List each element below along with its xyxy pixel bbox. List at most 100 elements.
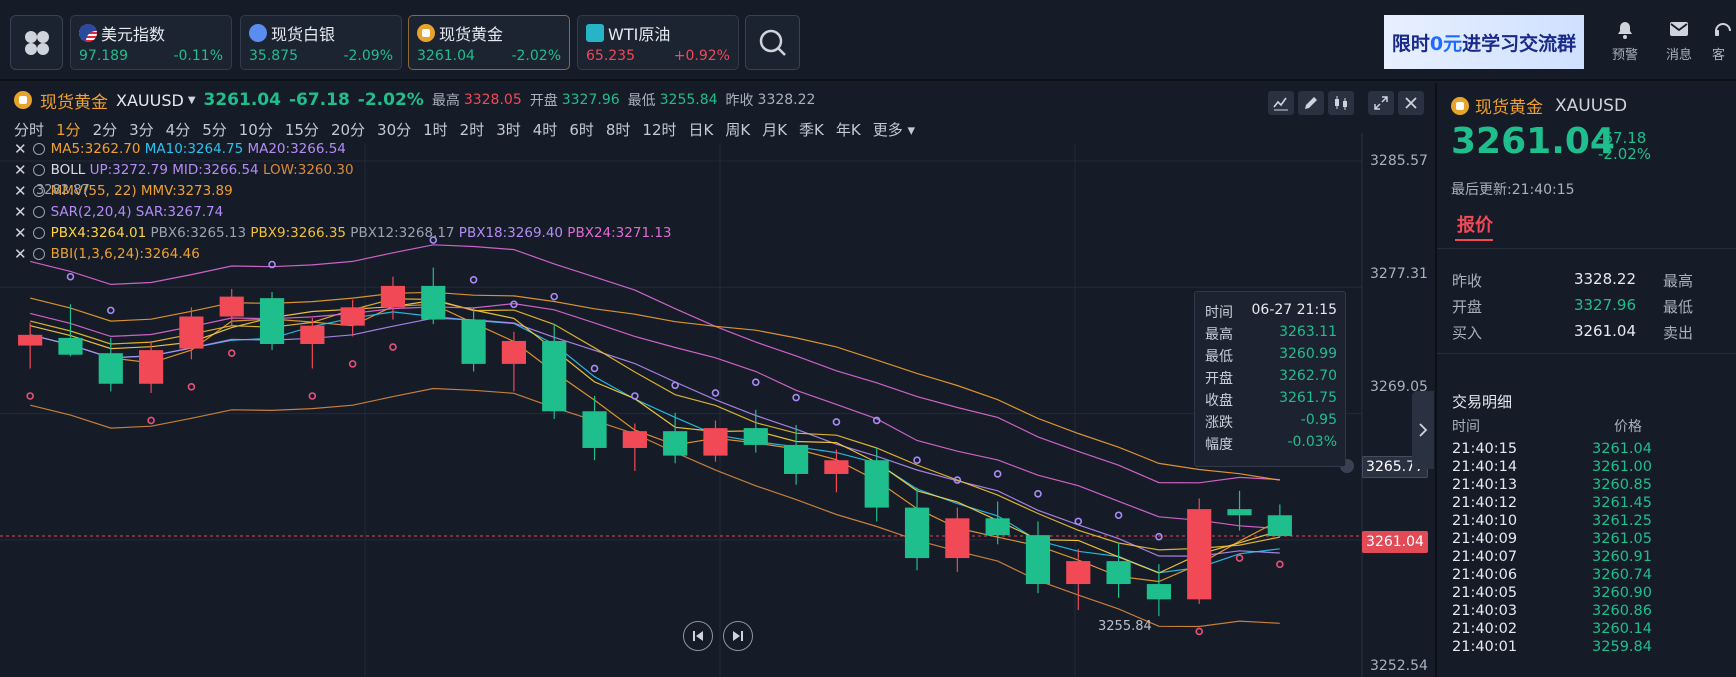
side-instrument-name: 现货黄金 (1475, 98, 1543, 118)
apps-grid-icon (24, 30, 49, 55)
trade-price: 3261.00 (1592, 459, 1652, 475)
trade-time: 21:40:12 (1452, 495, 1518, 511)
settings-icon[interactable] (32, 164, 45, 176)
ticker-change: -0.11% (173, 48, 223, 64)
close-icon[interactable]: ✕ (14, 203, 27, 221)
tooltip-key: 收盘 (1205, 393, 1233, 409)
settings-icon[interactable] (32, 143, 45, 155)
sar-dot (389, 343, 397, 351)
candle-body (904, 507, 930, 559)
skip-back-icon (693, 631, 703, 641)
settings-icon[interactable] (32, 248, 45, 260)
ma-values: MA5:3262.70 MA10:3264.75 MA20:3266.54 (51, 141, 346, 157)
sar-dot (1034, 490, 1042, 498)
ticker-change: -2.09% (343, 48, 393, 64)
candle-body (139, 350, 164, 384)
y-tick-label: 3285.57 (1370, 153, 1428, 169)
promo-banner[interactable]: 限时 0元 进学习交流群 (1384, 15, 1584, 69)
trade-price: 3260.74 (1592, 567, 1652, 583)
candle-body (1146, 584, 1171, 600)
ticker-price: 35.875 (249, 48, 298, 64)
candle-body (300, 325, 325, 345)
messages-button[interactable]: 消息 (1654, 18, 1704, 63)
close-icon[interactable]: ✕ (14, 161, 27, 179)
alert-button[interactable]: 预警 (1600, 18, 1650, 63)
ticker-wti-oil[interactable]: WTI原油 65.235 +0.92% (577, 15, 739, 70)
quote-value: 3328.22 (1573, 270, 1636, 288)
trade-time: 21:40:01 (1452, 639, 1518, 655)
candle-body (18, 334, 43, 346)
settings-icon[interactable] (32, 227, 45, 239)
scroll-start-button[interactable] (683, 621, 713, 651)
close-icon[interactable]: ✕ (14, 140, 27, 158)
gold-icon (1451, 96, 1469, 115)
search-button[interactable] (745, 15, 800, 70)
ticker-price: 3261.04 (417, 48, 475, 64)
collapse-sidebar-button[interactable] (1412, 391, 1434, 469)
trade-row: 21:40:05 3260.90 (1452, 585, 1652, 601)
ticker-silver[interactable]: 现货白银 35.875 -2.09% (240, 15, 402, 70)
tooltip-row: 收盘 3261.75 (1205, 390, 1337, 410)
candle-body (1187, 509, 1212, 600)
ticker-usd-index[interactable]: 美元指数 97.189 -0.11% (70, 15, 232, 70)
side-price: 3261.04 (1451, 121, 1615, 162)
search-icon (759, 29, 786, 56)
ticker-gold[interactable]: 现货黄金 3261.04 -2.02% (408, 15, 570, 70)
sar-dot (832, 418, 841, 426)
tooltip-value: 3263.11 (1279, 324, 1337, 340)
indicator-value: PBX4:3264.01 (50, 225, 151, 241)
ma10-line (30, 311, 1280, 574)
skip-forward-icon (733, 631, 743, 641)
sar-dot (348, 360, 357, 368)
trade-row: 21:40:14 3261.00 (1452, 459, 1652, 475)
close-icon[interactable]: ✕ (14, 224, 27, 242)
quote-label: 最高 (1663, 272, 1694, 290)
service-button[interactable]: 客 (1706, 18, 1736, 63)
boll-up-line (30, 244, 1280, 484)
candle-body (703, 428, 728, 456)
overlay-value: 3282.87 (36, 183, 90, 198)
sar-dot (1074, 517, 1083, 526)
trade-time: 21:40:06 (1452, 567, 1518, 583)
trade-price: 3260.14 (1592, 621, 1652, 637)
silver-icon (249, 24, 267, 42)
tooltip-value: 3260.99 (1279, 346, 1337, 362)
trade-row: 21:40:07 3260.91 (1452, 549, 1652, 565)
close-icon[interactable]: ✕ (14, 182, 27, 200)
indicator-value: PBX6:3265.13 (150, 225, 251, 241)
trade-time: 21:40:03 (1452, 603, 1518, 619)
messages-label: 消息 (1665, 48, 1692, 63)
sar-dot (1155, 532, 1163, 541)
settings-icon[interactable] (32, 206, 45, 218)
trades-title: 交易明细 (1452, 393, 1513, 411)
boll-low-line (30, 387, 1280, 628)
candle-body (1267, 515, 1292, 537)
apps-menu-button[interactable] (10, 15, 63, 70)
ticker-name: 美元指数 (101, 25, 166, 44)
divider (1437, 248, 1736, 249)
ticker-price: 65.235 (586, 48, 635, 64)
candle-body (1227, 509, 1252, 516)
sar-dot (1276, 560, 1284, 569)
candle-body (582, 411, 607, 448)
trade-time: 21:40:05 (1452, 585, 1518, 601)
trade-time: 21:40:15 (1452, 441, 1518, 457)
sar-dot (913, 456, 921, 465)
trade-time: 21:40:07 (1452, 549, 1518, 565)
indicator-value: PBX9:3266.35 (250, 225, 351, 241)
tooltip-key: 最高 (1205, 327, 1233, 343)
tab-quote[interactable]: 报价 (1457, 211, 1493, 237)
candle-body (58, 337, 83, 355)
quote-value: 3327.96 (1573, 296, 1636, 314)
trade-price: 3260.91 (1592, 549, 1652, 565)
candle-body (461, 319, 486, 364)
trade-row: 21:40:02 3260.14 (1452, 621, 1652, 637)
tooltip-key: 最低 (1205, 349, 1233, 365)
candle-body (985, 518, 1010, 536)
side-instrument-symbol: XAUUSD (1555, 95, 1628, 116)
indicator-value: MID:3266.54 (172, 162, 263, 178)
scroll-end-button[interactable] (723, 621, 753, 651)
divider (1437, 353, 1736, 354)
close-icon[interactable]: ✕ (14, 245, 27, 263)
trade-price: 3261.25 (1592, 513, 1652, 529)
